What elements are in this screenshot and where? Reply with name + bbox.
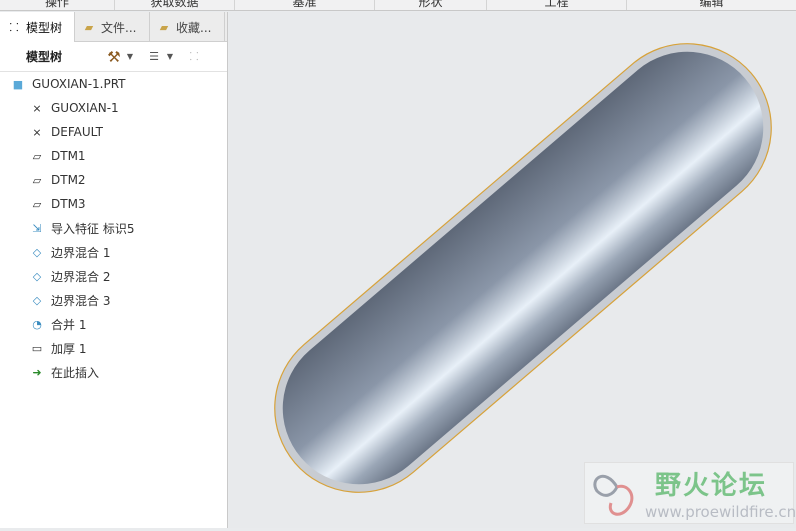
settings-tools-icon[interactable]: ⚒ xyxy=(106,48,122,66)
chevron-down-icon[interactable]: ▼ xyxy=(162,50,178,64)
ribbon-group-datum[interactable]: 基准 xyxy=(235,0,375,10)
model-tree: ■ GUOXIAN-1.PRT ⨯ GUOXIAN-1 ⨯ DEFAULT ▱ DTM1… xyxy=(0,72,227,384)
watermark-url: www.proewildfire.cn xyxy=(645,503,796,521)
boundary-blend-icon: ◇ xyxy=(32,245,42,259)
tree-item[interactable]: ◇ 边界混合 1 xyxy=(0,240,227,264)
part-icon: ■ xyxy=(12,77,24,91)
datum-plane-icon: ▱ xyxy=(32,197,42,211)
tree-item[interactable]: ◇ 边界混合 2 xyxy=(0,264,227,288)
capsule-model xyxy=(274,43,772,493)
csys-icon: ⨯ xyxy=(32,125,42,139)
forum-watermark: 野火论坛 www.proewildfire.cn xyxy=(584,462,796,524)
show-list-icon[interactable]: ☰ xyxy=(146,50,162,64)
datum-plane-icon: ▱ xyxy=(32,149,42,163)
tree-item-root[interactable]: ■ GUOXIAN-1.PRT xyxy=(0,72,227,96)
tree-item[interactable]: ⇲ 导入特征 标识5 xyxy=(0,216,227,240)
folder-icon: ▰ xyxy=(84,20,94,34)
tab-folder-browser[interactable]: ▰ 文件... xyxy=(75,12,150,42)
butterfly-logo-icon xyxy=(593,474,634,516)
tab-model-tree[interactable]: ⸬ 模型树 xyxy=(0,12,75,42)
tree-item[interactable]: ▱ DTM3 xyxy=(0,192,227,216)
navigator-panel: ⸬ 模型树 ▰ 文件... ▰ 收藏... 模型树 ⚒ ▼ ☰ ▼ ⸬ ■ GUOXIA… xyxy=(0,12,228,528)
ribbon-group-operations[interactable]: 操作 xyxy=(0,0,115,10)
thicken-icon: ▭ xyxy=(31,341,43,355)
tree-item-insert-here[interactable]: ➜ 在此插入 xyxy=(0,360,227,384)
merge-icon: ◔ xyxy=(32,317,42,331)
ribbon-group-labels: 操作 获取数据 基准 形状 工程 编辑 xyxy=(0,0,796,11)
ribbon-group-engineering[interactable]: 工程 xyxy=(487,0,627,10)
graphics-viewport[interactable] xyxy=(229,12,796,528)
import-feature-icon: ⇲ xyxy=(32,221,42,235)
tree-item[interactable]: ⨯ GUOXIAN-1 xyxy=(0,96,227,120)
tab-favorites[interactable]: ▰ 收藏... xyxy=(150,12,225,42)
tree-item[interactable]: ◇ 边界混合 3 xyxy=(0,288,227,312)
watermark-title: 野火论坛 xyxy=(655,471,768,501)
filter-tree-icon[interactable]: ⸬ xyxy=(186,50,202,64)
tree-item[interactable]: ▭ 加厚 1 xyxy=(0,336,227,360)
panel-title: 模型树 xyxy=(26,50,63,64)
tree-item[interactable]: ▱ DTM2 xyxy=(0,168,227,192)
boundary-blend-icon: ◇ xyxy=(32,293,42,307)
insert-arrow-icon: ➜ xyxy=(32,365,42,379)
datum-plane-icon: ▱ xyxy=(32,173,42,187)
tree-item[interactable]: ▱ DTM1 xyxy=(0,144,227,168)
csys-icon: ⨯ xyxy=(32,101,42,115)
ribbon-group-shapes[interactable]: 形状 xyxy=(375,0,487,10)
ribbon-group-get-data[interactable]: 获取数据 xyxy=(115,0,235,10)
tree-item[interactable]: ◔ 合并 1 xyxy=(0,312,227,336)
boundary-blend-icon: ◇ xyxy=(32,269,42,283)
favorites-folder-icon: ▰ xyxy=(159,20,169,34)
chevron-down-icon[interactable]: ▼ xyxy=(122,50,138,64)
tree-icon: ⸬ xyxy=(9,20,19,34)
tree-item[interactable]: ⨯ DEFAULT xyxy=(0,120,227,144)
ribbon-group-editing[interactable]: 编辑 xyxy=(627,0,796,10)
